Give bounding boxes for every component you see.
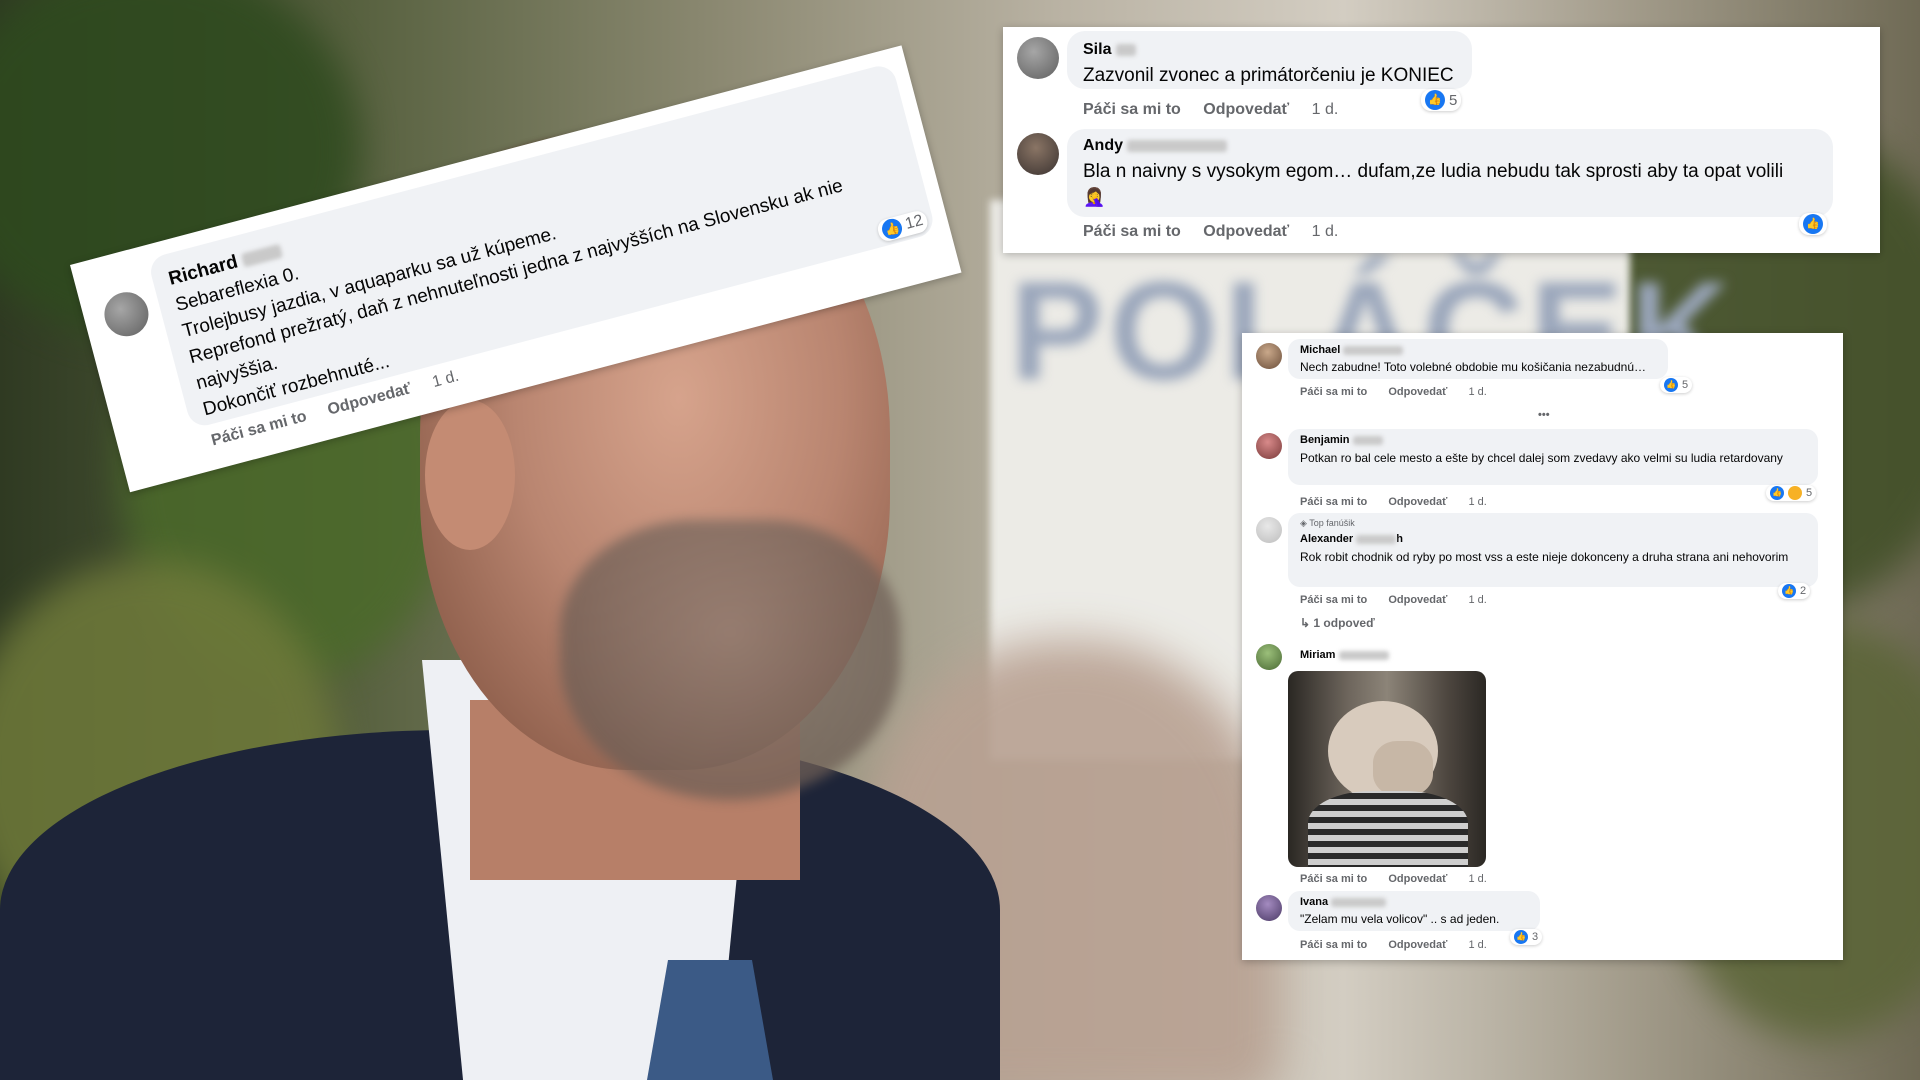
view-replies-link[interactable]: ↳ 1 odpoveď bbox=[1300, 616, 1375, 630]
comment-actions: Páči sa mi to Odpovedať 1 d. bbox=[1083, 223, 1356, 241]
like-link[interactable]: Páči sa mi to bbox=[1300, 386, 1367, 398]
timestamp[interactable]: 1 d. bbox=[1468, 873, 1486, 885]
reply-link[interactable]: Odpovedať bbox=[1388, 386, 1447, 398]
like-link[interactable]: Páči sa mi to bbox=[1300, 873, 1367, 885]
like-icon: 👍 bbox=[1425, 90, 1445, 110]
comment-actions: Páči sa mi to Odpovedať 1 d. bbox=[1300, 939, 1505, 951]
facepalm-emoji: 🤦‍♀️ bbox=[1083, 187, 1106, 207]
commenter-name[interactable]: Michael bbox=[1300, 344, 1340, 356]
timestamp[interactable]: 1 d. bbox=[1312, 101, 1339, 118]
comment-text: Potkan ro bal cele mesto a ešte by chcel… bbox=[1300, 451, 1783, 465]
beard bbox=[560, 520, 900, 800]
comment-text: Zazvonil zvonec a primátorčeniu je KONIE… bbox=[1083, 65, 1454, 86]
like-icon: 👍 bbox=[1770, 486, 1784, 500]
comment-actions: Páči sa mi to Odpovedať 1 d. bbox=[1083, 101, 1356, 119]
commenter-name[interactable]: Sila bbox=[1083, 41, 1111, 58]
comment-panel-top-right: Sila Zazvonil zvonec a primátorčeniu je … bbox=[1003, 27, 1880, 253]
comment-panel-bottom-right: Michael Nech zabudne! Toto volebné obdob… bbox=[1242, 333, 1843, 960]
comment-text: Rok robit chodnik od ryby po most vss a … bbox=[1300, 550, 1789, 564]
comment-actions: Páči sa mi to Odpovedať 1 d. bbox=[1300, 873, 1505, 885]
commenter-name-tail: h bbox=[1396, 533, 1403, 545]
reaction-count[interactable]: 👍 12 bbox=[875, 208, 930, 243]
comment-bubble: Benjamin Potkan ro bal cele mesto a ešte… bbox=[1288, 429, 1818, 485]
ear bbox=[425, 400, 515, 550]
comment-bubble: Michael Nech zabudne! Toto volebné obdob… bbox=[1288, 339, 1668, 379]
comment-actions: Páči sa mi to Odpovedať 1 d. bbox=[1300, 594, 1505, 606]
gif-attachment[interactable] bbox=[1288, 671, 1486, 867]
reaction-number: 5 bbox=[1682, 379, 1689, 391]
avatar bbox=[1256, 895, 1282, 921]
comment-text: "Zelam mu vela volicov" .. s ad jeden. bbox=[1300, 912, 1500, 926]
commenter-name[interactable]: Miriam bbox=[1300, 649, 1335, 661]
like-icon: 👍 bbox=[1803, 214, 1823, 234]
more-comments-button[interactable]: ••• bbox=[1538, 409, 1550, 421]
avatar bbox=[1017, 37, 1059, 79]
comment-actions: Páči sa mi to Odpovedať 1 d. bbox=[1300, 496, 1505, 508]
like-icon: 👍 bbox=[1514, 930, 1528, 944]
reaction-count[interactable]: 👍 bbox=[1799, 213, 1827, 235]
commenter-name[interactable]: Ivana bbox=[1300, 896, 1328, 908]
reaction-count[interactable]: 👍 3 bbox=[1510, 929, 1543, 945]
commenter-name[interactable]: Benjamin bbox=[1300, 434, 1350, 446]
comment-bubble: Ivana "Zelam mu vela volicov" .. s ad je… bbox=[1288, 891, 1540, 931]
striped-shirt bbox=[1308, 791, 1468, 867]
like-link[interactable]: Páči sa mi to bbox=[1300, 939, 1367, 951]
reaction-count[interactable]: 👍 5 bbox=[1766, 485, 1817, 501]
reply-arrow-icon: ↳ bbox=[1300, 616, 1311, 630]
commenter-name[interactable]: Andy bbox=[1083, 137, 1123, 154]
timestamp[interactable]: 1 d. bbox=[1312, 223, 1339, 240]
reaction-number: 3 bbox=[1532, 931, 1539, 943]
timestamp[interactable]: 1 d. bbox=[431, 368, 461, 391]
avatar bbox=[99, 287, 154, 342]
comment-bubble: ◈ Top fanúšik Alexander h Rok robit chod… bbox=[1288, 513, 1818, 587]
like-icon: 👍 bbox=[880, 216, 905, 241]
reaction-count[interactable]: 👍 5 bbox=[1660, 377, 1693, 393]
reaction-number: 5 bbox=[1449, 91, 1458, 109]
like-link[interactable]: Páči sa mi to bbox=[1083, 223, 1181, 240]
timestamp[interactable]: 1 d. bbox=[1468, 496, 1486, 508]
timestamp[interactable]: 1 d. bbox=[1468, 594, 1486, 606]
comment-text: Nech zabudne! Toto volebné obdobie mu ko… bbox=[1300, 360, 1647, 374]
reply-link[interactable]: Odpovedať bbox=[1388, 496, 1447, 508]
comment-bubble: Sila Zazvonil zvonec a primátorčeniu je … bbox=[1067, 31, 1472, 89]
like-icon: 👍 bbox=[1782, 584, 1796, 598]
top-fan-icon: ◈ bbox=[1300, 518, 1307, 528]
avatar bbox=[1256, 517, 1282, 543]
replies-count: 1 odpoveď bbox=[1313, 616, 1375, 630]
reaction-count[interactable]: 👍 2 bbox=[1778, 583, 1811, 599]
like-icon: 👍 bbox=[1664, 378, 1678, 392]
reaction-number: 2 bbox=[1800, 585, 1807, 597]
like-link[interactable]: Páči sa mi to bbox=[1300, 496, 1367, 508]
reply-link[interactable]: Odpovedať bbox=[1388, 873, 1447, 885]
comment-text: Bla n naivny s vysokym egom… dufam,ze lu… bbox=[1083, 161, 1784, 182]
avatar bbox=[1256, 644, 1282, 670]
avatar bbox=[1256, 433, 1282, 459]
reaction-number: 12 bbox=[903, 211, 926, 233]
reply-link[interactable]: Odpovedať bbox=[1203, 223, 1289, 240]
reply-link[interactable]: Odpovedať bbox=[1203, 101, 1289, 118]
top-fan-badge: Top fanúšik bbox=[1309, 518, 1355, 528]
avatar bbox=[1256, 343, 1282, 369]
haha-icon bbox=[1788, 486, 1802, 500]
avatar bbox=[1017, 133, 1059, 175]
baby-hand bbox=[1373, 741, 1433, 796]
comment-actions: Páči sa mi to Odpovedať 1 d. bbox=[1300, 386, 1505, 398]
commenter-name[interactable]: Alexander bbox=[1300, 533, 1353, 545]
timestamp[interactable]: 1 d. bbox=[1468, 386, 1486, 398]
timestamp[interactable]: 1 d. bbox=[1468, 939, 1486, 951]
reply-link[interactable]: Odpovedať bbox=[1388, 594, 1447, 606]
reaction-number: 5 bbox=[1806, 487, 1813, 499]
like-link[interactable]: Páči sa mi to bbox=[1083, 101, 1181, 118]
comment-bubble: Andy Bla n naivny s vysokym egom… dufam,… bbox=[1067, 129, 1833, 217]
like-link[interactable]: Páči sa mi to bbox=[1300, 594, 1367, 606]
reaction-count[interactable]: 👍 5 bbox=[1421, 89, 1462, 111]
reply-link[interactable]: Odpovedať bbox=[1388, 939, 1447, 951]
